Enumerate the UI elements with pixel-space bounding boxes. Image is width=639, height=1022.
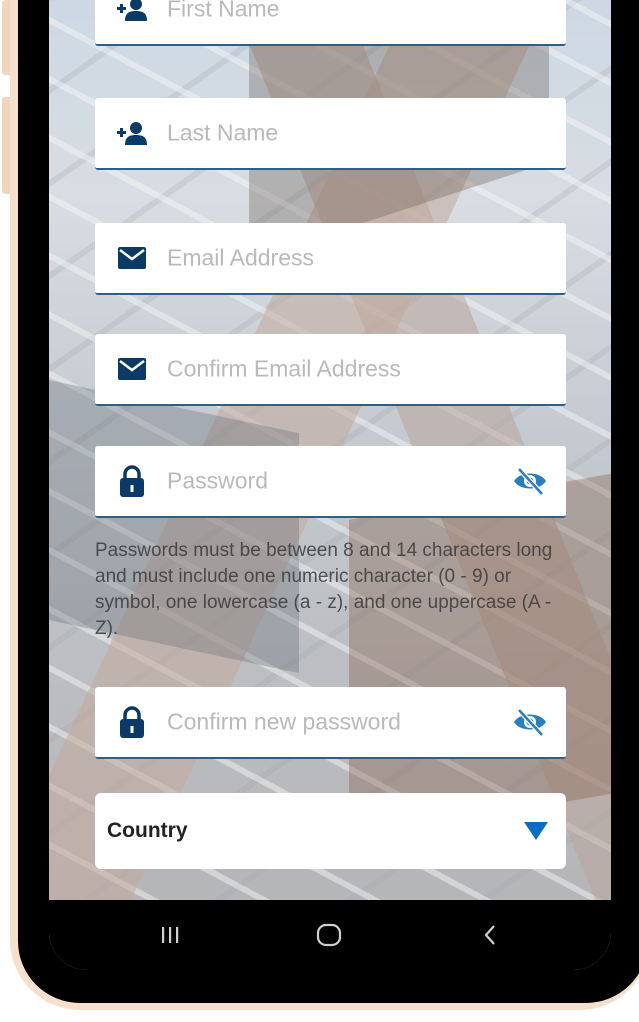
building-facade-right: [349, 470, 611, 840]
password-requirements-text: Passwords must be between 8 and 14 chara…: [95, 540, 553, 639]
first-name-placeholder: First Name: [167, 0, 280, 22]
country-label: Country: [107, 819, 188, 842]
lock-icon: [117, 465, 147, 497]
country-select[interactable]: Country: [95, 793, 566, 869]
envelope-icon: [117, 243, 147, 273]
email-field[interactable]: Email Address: [95, 223, 566, 295]
first-name-field[interactable]: First Name: [95, 0, 566, 46]
password-placeholder: Password: [167, 467, 268, 494]
envelope-icon: [117, 354, 147, 384]
eye-off-icon[interactable]: [512, 466, 548, 496]
confirm-email-field[interactable]: Confirm Email Address: [95, 334, 566, 406]
eye-off-icon[interactable]: [512, 707, 548, 737]
add-user-icon: [117, 0, 147, 24]
email-placeholder: Email Address: [167, 244, 315, 271]
lock-icon: [117, 706, 147, 738]
recent-apps-icon[interactable]: [150, 918, 190, 952]
system-navigation-bar: [49, 900, 611, 970]
password-field[interactable]: Password: [95, 446, 566, 518]
last-name-field[interactable]: Last Name: [95, 98, 566, 170]
screenshot-stage: First Name Last Name Email Address Confi…: [0, 0, 639, 1022]
confirm-password-field[interactable]: Confirm new password: [95, 687, 566, 759]
add-user-icon: [117, 118, 147, 148]
back-icon[interactable]: [470, 918, 510, 952]
confirm-email-placeholder: Confirm Email Address: [167, 355, 401, 382]
caret-down-icon: [524, 822, 548, 840]
phone-screen: First Name Last Name Email Address Confi…: [49, 0, 611, 970]
last-name-placeholder: Last Name: [167, 119, 279, 146]
confirm-password-placeholder: Confirm new password: [167, 708, 401, 735]
home-icon[interactable]: [309, 918, 349, 952]
